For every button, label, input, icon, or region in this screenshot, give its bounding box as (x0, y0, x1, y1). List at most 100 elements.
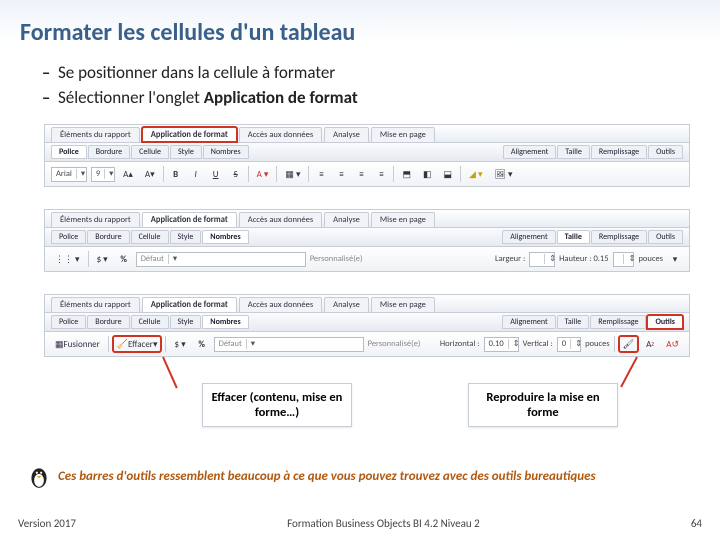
shrink-font-button[interactable]: A▾ (141, 166, 159, 182)
unit-label: pouces (638, 254, 663, 264)
picture-button[interactable]: 🖼 ▾ (491, 166, 517, 182)
currency-button-3[interactable]: $ ▾ (170, 336, 189, 352)
sub-tab[interactable]: Style (170, 145, 202, 159)
sub-tab[interactable]: Bordure (87, 230, 129, 244)
valign-mid-button[interactable]: ◧ (419, 166, 436, 182)
sub-tab[interactable]: Cellule (131, 145, 169, 159)
strike-button[interactable]: S (228, 166, 244, 182)
currency-button[interactable]: $ ▾ (93, 251, 112, 267)
callout-painter: Reproduire la mise en forme (468, 383, 618, 427)
main-tab[interactable]: Analyse (324, 297, 369, 312)
main-tab[interactable]: Éléments du rapport (51, 297, 140, 312)
sub-tab[interactable]: Cellule (131, 230, 169, 244)
main-tab[interactable]: Application de format (142, 212, 237, 227)
number-format-combo-3[interactable]: Défaut▾ (214, 337, 364, 352)
align-center-button[interactable]: ≡ (333, 166, 349, 182)
sub-tab[interactable]: Alignement (502, 230, 555, 244)
sub-left-1: PoliceBordureCelluleStyleNombres (51, 145, 249, 159)
horizontal-input[interactable]: 0.10⇕ (484, 337, 519, 352)
sub-tab[interactable]: Bordure (88, 145, 130, 159)
sub-tab[interactable]: Remplissage (591, 145, 647, 159)
main-tab[interactable]: Analyse (324, 212, 369, 227)
font-size-combo[interactable]: 9▾ (91, 167, 115, 182)
valign-bot-button[interactable]: ⬓ (440, 166, 457, 182)
main-tabstrip-2: Éléments du rapportApplication de format… (45, 210, 689, 228)
italic-button[interactable]: I (188, 166, 204, 182)
sub-tab[interactable]: Taille (557, 230, 590, 244)
sub-tab[interactable]: Style (170, 315, 202, 329)
font-combo[interactable]: Arial▾ (51, 167, 87, 182)
sub-tab[interactable]: Remplissage (590, 315, 646, 329)
align-justify-button[interactable]: ≡ (373, 166, 389, 182)
sub-tab[interactable]: Police (51, 315, 86, 329)
format-painter-button[interactable]: 🖌 (619, 336, 638, 352)
bullet-item: Se positionner dans la cellule à formate… (58, 61, 700, 86)
sub-tab[interactable]: Alignement (503, 145, 556, 159)
sub-tab[interactable]: Remplissage (591, 230, 647, 244)
chevron-down-icon[interactable]: ▾ (76, 169, 86, 179)
misc-button[interactable]: ▾ (667, 251, 683, 267)
merge-button[interactable]: ▦ Fusionner (51, 336, 104, 352)
sub-tab[interactable]: Nombres (202, 315, 248, 329)
sub-left-2: PoliceBordureCelluleStyleNombres (51, 230, 249, 244)
sub-tab[interactable]: Police (51, 145, 87, 159)
footer-center: Formation Business Objects BI 4.2 Niveau… (287, 517, 480, 530)
pointer-right (620, 357, 638, 388)
main-tab[interactable]: Accès aux données (239, 212, 322, 227)
fill-color-button[interactable]: ◢ ▾ (465, 166, 486, 182)
sub-tab[interactable]: Nombres (203, 145, 249, 159)
font-color-button[interactable]: A ▾ (253, 166, 273, 182)
sub-tab[interactable]: Cellule (131, 315, 169, 329)
sub-tab[interactable]: Taille (557, 145, 590, 159)
main-tab[interactable]: Application de format (142, 297, 237, 312)
align-left-button[interactable]: ≡ (313, 166, 329, 182)
sub-tab[interactable]: Taille (557, 315, 590, 329)
width-input[interactable]: ⇕ (529, 252, 555, 267)
spinner-icon[interactable]: ⇕ (508, 339, 518, 349)
sub-tab[interactable]: Police (51, 230, 86, 244)
underline-button[interactable]: U (208, 166, 224, 182)
chevron-down-icon[interactable]: ▾ (168, 254, 178, 264)
grow-font-button[interactable]: A▴ (119, 166, 137, 182)
main-tab[interactable]: Mise en page (371, 127, 435, 142)
valign-top-button[interactable]: ⬒ (398, 166, 415, 182)
a-super-button[interactable]: Az (642, 336, 658, 352)
vertical-input[interactable]: 0⇕ (557, 337, 581, 352)
sub-tab[interactable]: Bordure (87, 315, 129, 329)
align-right-button[interactable]: ≡ (353, 166, 369, 182)
main-tab[interactable]: Accès aux données (239, 297, 322, 312)
border-button[interactable]: ▦ ▾ (281, 166, 304, 182)
sub-tab[interactable]: Outils (648, 230, 683, 244)
sub-tab[interactable]: Outils (648, 145, 683, 159)
spinner-icon[interactable]: ⇕ (623, 254, 633, 264)
main-tab[interactable]: Application de format (142, 127, 237, 142)
percent-button[interactable]: % (116, 251, 132, 267)
main-tabstrip-3: Éléments du rapportApplication de format… (45, 295, 689, 313)
main-tab[interactable]: Mise en page (371, 297, 435, 312)
percent-button-3[interactable]: % (194, 336, 210, 352)
spinner-icon[interactable]: ⇕ (544, 254, 554, 264)
clear-format-button[interactable]: A↺ (662, 336, 683, 352)
chevron-down-icon[interactable]: ▾ (246, 339, 256, 349)
bold-button[interactable]: B (168, 166, 184, 182)
number-format-combo[interactable]: Défaut▾ (136, 252, 306, 267)
height-input[interactable]: ⇕ (613, 252, 635, 267)
sub-tab[interactable]: Outils (647, 315, 683, 329)
custom-link[interactable]: Personnalisé(e) (310, 254, 363, 264)
sub-tab[interactable]: Style (170, 230, 202, 244)
chevron-down-icon[interactable]: ▾ (104, 169, 114, 179)
indent-button[interactable]: ⋮⋮ ▾ (51, 251, 84, 267)
width-label: Largeur : (495, 254, 525, 264)
sub-tab[interactable]: Alignement (502, 315, 555, 329)
main-tab[interactable]: Mise en page (371, 212, 435, 227)
main-tab[interactable]: Éléments du rapport (51, 127, 140, 142)
main-tab[interactable]: Accès aux données (239, 127, 322, 142)
sub-tab[interactable]: Nombres (202, 230, 248, 244)
spinner-icon[interactable]: ⇕ (570, 339, 580, 349)
main-tab[interactable]: Analyse (324, 127, 369, 142)
custom-link-3[interactable]: Personnalisé(e) (368, 339, 421, 349)
height-label: Hauteur : 0.15 (559, 254, 608, 264)
clear-button[interactable]: 🧹 Effacer ▾ (113, 336, 162, 352)
main-tab[interactable]: Éléments du rapport (51, 212, 140, 227)
ribbon-police: Éléments du rapportApplication de format… (44, 124, 690, 187)
